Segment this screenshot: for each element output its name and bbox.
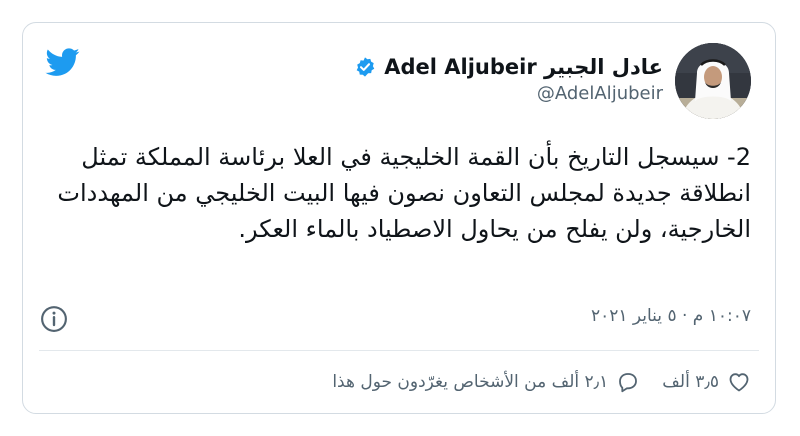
avatar[interactable] [675,43,751,119]
tweet-header: Adel Aljubeir عادل الجبير @AdelAljubeir [354,43,751,119]
author-name-row[interactable]: Adel Aljubeir عادل الجبير [354,55,663,79]
author-names: Adel Aljubeir عادل الجبير @AdelAljubeir [354,55,663,104]
like-button[interactable]: ٣٫٥ ألف [662,370,751,394]
like-count[interactable]: ٣٫٥ ألف [662,372,719,392]
reply-count[interactable]: ٢٫١ ألف من الأشخاص يغرّدون حول هذا [332,372,608,392]
heart-icon[interactable] [727,370,751,394]
tweet-actions: ٣٫٥ ألف ٢٫١ ألف من الأشخاص يغرّدون حول ه… [332,367,751,397]
tweet-timestamp[interactable]: ١٠:٠٧ م · ٥ يناير ٢٠٢١ [591,306,751,326]
twitter-bird-icon[interactable] [43,45,83,79]
divider [39,350,759,351]
author-display-name[interactable]: Adel Aljubeir عادل الجبير [384,55,663,79]
info-icon[interactable] [39,304,69,334]
author-handle[interactable]: @AdelAljubeir [354,83,663,104]
reply-button[interactable]: ٢٫١ ألف من الأشخاص يغرّدون حول هذا [332,370,640,394]
verified-badge-icon [356,57,375,77]
speech-bubble-icon[interactable] [616,370,640,394]
avatar-image [675,43,751,119]
tweet-card[interactable]: Adel Aljubeir عادل الجبير @AdelAljubeir … [22,22,776,414]
tweet-meta-row: ١٠:٠٧ م · ٥ يناير ٢٠٢١ [39,304,751,334]
tweet-text: 2- سيسجل التاريخ بأن القمة الخليجية في ا… [57,143,751,243]
